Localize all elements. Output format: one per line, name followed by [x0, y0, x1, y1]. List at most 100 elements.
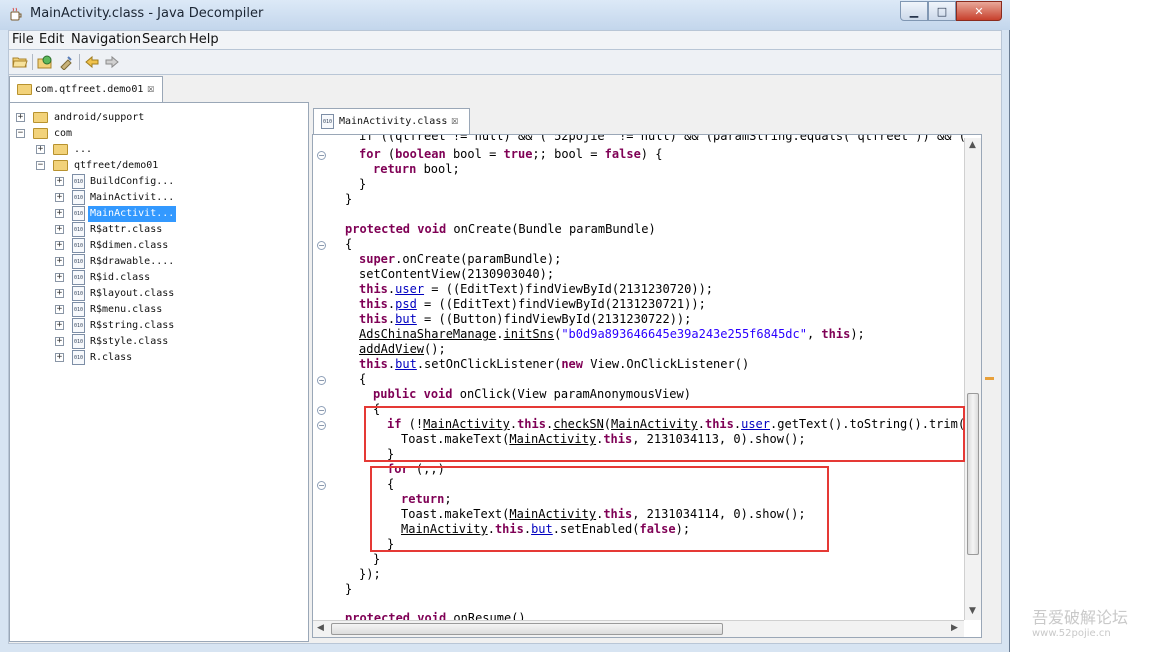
back-arrow-icon[interactable]	[84, 54, 100, 70]
class-file-icon: 010	[72, 254, 85, 269]
menu-search[interactable]: Search	[142, 32, 187, 47]
class-file-icon: 010	[72, 174, 85, 189]
class-file-icon: 010	[72, 318, 85, 333]
expand-icon[interactable]: +	[55, 193, 64, 202]
expand-icon[interactable]: +	[55, 289, 64, 298]
code-line: setContentView(2130903040);	[359, 267, 555, 281]
class-file-icon: 010	[321, 114, 334, 129]
maximize-icon: □	[936, 4, 948, 18]
folder-icon	[17, 84, 32, 95]
forum-watermark: 吾爱破解论坛	[1032, 608, 1129, 627]
tree-label: BuildConfig...	[90, 176, 175, 187]
class-file-icon: 010	[72, 222, 85, 237]
coffee-cup-icon	[10, 7, 22, 21]
class-file-icon: 010	[72, 302, 85, 317]
code-line: addAdView();	[359, 342, 446, 356]
menu-bar: File Edit Navigation Search Help	[8, 30, 1002, 50]
folder-open-icon	[33, 128, 48, 139]
close-button[interactable]: ✕	[956, 1, 1002, 21]
expand-icon[interactable]: +	[55, 305, 64, 314]
code-editor[interactable]: − − − − − − if ((qtfreet != null) && ("5…	[312, 134, 982, 638]
fold-gutter	[313, 135, 329, 637]
class-file-icon: 010	[72, 206, 85, 221]
highlight-box-check	[364, 406, 965, 462]
menu-edit[interactable]: Edit	[39, 32, 64, 47]
expand-icon[interactable]: +	[36, 145, 45, 154]
expand-icon[interactable]: +	[16, 113, 25, 122]
code-line: }	[345, 192, 353, 206]
window-title: MainActivity.class - Java Decompiler	[30, 6, 264, 21]
toolbar-separator	[32, 54, 33, 70]
code-line: super.onCreate(paramBundle);	[359, 252, 562, 266]
class-file-icon: 010	[72, 270, 85, 285]
open-type-icon[interactable]	[37, 54, 53, 70]
class-file-icon: 010	[72, 286, 85, 301]
menu-navigation[interactable]: Navigation	[71, 32, 141, 47]
expand-icon[interactable]: +	[55, 225, 64, 234]
horizontal-scroll-thumb[interactable]	[331, 623, 723, 635]
class-file-icon: 010	[72, 238, 85, 253]
tree-label: qtfreet/demo01	[74, 160, 159, 171]
close-icon: ✕	[974, 4, 984, 18]
overview-ruler-marker[interactable]	[985, 377, 994, 380]
vertical-scroll-thumb[interactable]	[967, 393, 979, 555]
scroll-right-icon[interactable]: ▶	[951, 623, 958, 633]
tab-label: MainActivity.class	[339, 116, 448, 127]
code-line: }	[373, 552, 381, 566]
toolbar-separator	[79, 54, 80, 70]
expand-icon[interactable]: +	[55, 241, 64, 250]
scroll-left-icon[interactable]: ◀	[317, 623, 324, 633]
fold-collapse-icon[interactable]: −	[317, 241, 326, 250]
title-bar[interactable]: MainActivity.class - Java Decompiler ▁ □…	[0, 0, 1010, 30]
expand-icon[interactable]: +	[55, 209, 64, 218]
class-file-icon: 010	[72, 190, 85, 205]
window-controls: ▁ □ ✕	[900, 1, 1002, 21]
code-line: AdsChinaShareManage.initSns("b0d9a893646…	[359, 327, 865, 341]
code-line: return bool;	[373, 162, 460, 176]
class-file-icon: 010	[72, 350, 85, 365]
maximize-button[interactable]: □	[928, 1, 956, 21]
scroll-up-icon[interactable]: ▲	[969, 140, 976, 150]
vertical-scrollbar[interactable]: ▲ ▼	[964, 138, 981, 620]
expand-icon[interactable]: +	[55, 273, 64, 282]
tree-label: R$id.class	[90, 272, 151, 283]
fold-collapse-icon[interactable]: −	[317, 151, 326, 160]
code-line: });	[359, 567, 381, 581]
tab-mainactivity-class[interactable]: 010 MainActivity.class ☒	[313, 108, 470, 134]
tree-label: R$dimen.class	[90, 240, 169, 251]
close-tab-icon[interactable]: ☒	[451, 113, 458, 127]
expand-icon[interactable]: +	[55, 177, 64, 186]
tree-label: ...	[74, 144, 93, 155]
close-tab-icon[interactable]: ☒	[147, 81, 154, 95]
expand-icon[interactable]: +	[55, 257, 64, 266]
code-line: this.user = ((EditText)findViewById(2131…	[359, 282, 714, 296]
tree-label: MainActivit...	[88, 206, 177, 222]
minimize-button[interactable]: ▁	[900, 1, 928, 21]
fold-collapse-icon[interactable]: −	[317, 421, 326, 430]
menu-file[interactable]: File	[12, 32, 34, 47]
menu-help[interactable]: Help	[189, 32, 219, 47]
tab-com-qtfreet-demo01[interactable]: com.qtfreet.demo01 ☒	[9, 76, 163, 102]
tree-label: R$style.class	[90, 336, 169, 347]
forward-arrow-icon[interactable]	[104, 54, 120, 70]
tree-label: R$drawable....	[90, 256, 175, 267]
expand-icon[interactable]: +	[55, 321, 64, 330]
search-type-icon[interactable]	[58, 54, 74, 70]
code-line: this.psd = ((EditText)findViewById(21312…	[359, 297, 706, 311]
expand-icon[interactable]: +	[55, 337, 64, 346]
fold-collapse-icon[interactable]: −	[317, 481, 326, 490]
scroll-down-icon[interactable]: ▼	[969, 606, 976, 616]
horizontal-scrollbar[interactable]: ◀ ▶	[313, 620, 964, 637]
forum-watermark-url: www.52pojie.cn	[1032, 628, 1111, 639]
class-file-icon: 010	[72, 334, 85, 349]
collapse-icon[interactable]: −	[36, 161, 45, 170]
fold-collapse-icon[interactable]: −	[317, 376, 326, 385]
collapse-icon[interactable]: −	[16, 129, 25, 138]
package-tree: + android/support − com + ... − qtfreet/…	[9, 102, 309, 642]
app-window: MainActivity.class - Java Decompiler ▁ □…	[0, 0, 1010, 652]
tree-label: android/support	[54, 112, 145, 123]
fold-collapse-icon[interactable]: −	[317, 406, 326, 415]
tree-label: R.class	[90, 352, 133, 363]
expand-icon[interactable]: +	[55, 353, 64, 362]
open-folder-icon[interactable]	[12, 54, 28, 70]
